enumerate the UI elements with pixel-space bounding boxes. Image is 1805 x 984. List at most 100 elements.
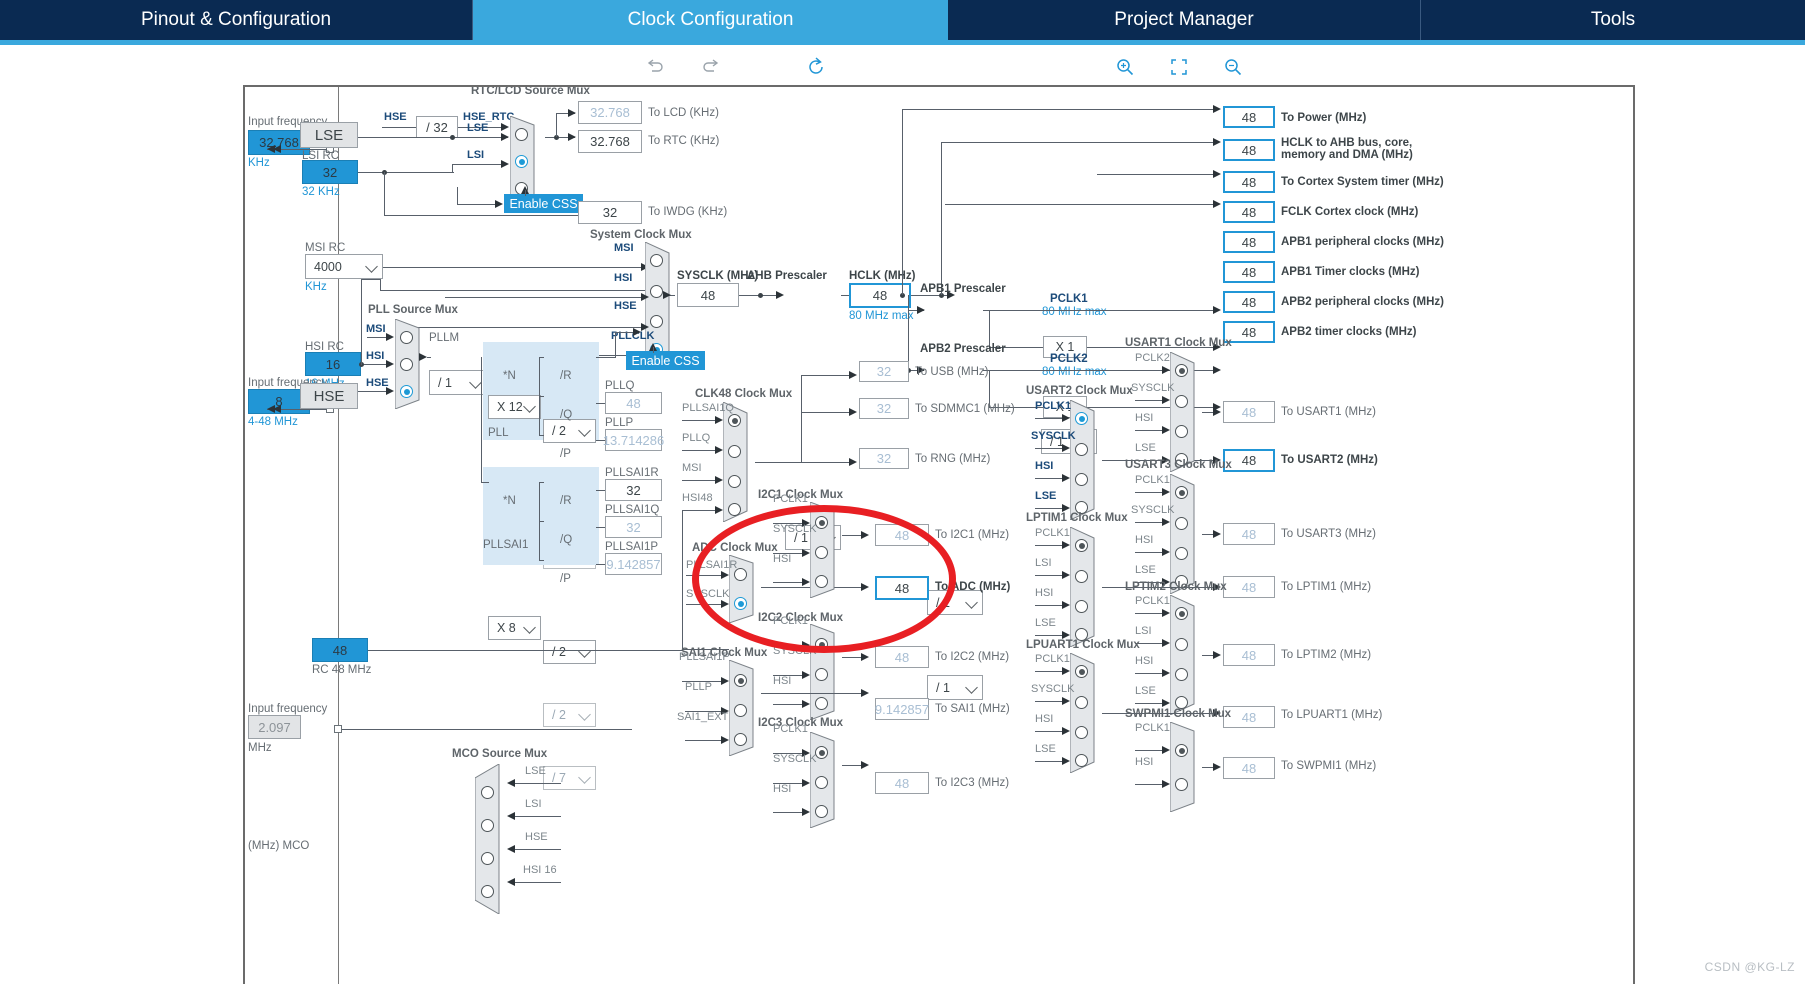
mco-option-hsi16[interactable] bbox=[481, 885, 494, 898]
i2c1-option-pclk1[interactable] bbox=[815, 516, 828, 529]
usart3-option-sysclk[interactable] bbox=[1175, 517, 1188, 530]
i2c3-option-sysclk[interactable] bbox=[815, 776, 828, 789]
zoom-out-icon[interactable] bbox=[1220, 55, 1246, 79]
lsi-value-box[interactable]: 32 bbox=[302, 160, 358, 184]
i2c3-option-hsi[interactable] bbox=[815, 805, 828, 818]
undo-icon[interactable] bbox=[642, 55, 668, 79]
usart1-clock-mux[interactable] bbox=[1170, 352, 1202, 472]
i2c2-option-pclk1[interactable] bbox=[815, 638, 828, 651]
mco-option-lse[interactable] bbox=[481, 786, 494, 799]
swpmi1-clock-mux[interactable] bbox=[1170, 722, 1202, 812]
usart2-option-pclk1[interactable] bbox=[1075, 412, 1088, 425]
pllq-output-title: PLLQ bbox=[605, 380, 635, 392]
sysclk-mux-option-hsi[interactable] bbox=[650, 285, 663, 298]
lptim1-option-pclk1[interactable] bbox=[1075, 539, 1088, 552]
clk48-option-msi[interactable] bbox=[728, 475, 741, 488]
clk48-option-pllsai1q[interactable] bbox=[728, 414, 741, 427]
lpuart1-option-sysclk[interactable] bbox=[1075, 696, 1088, 709]
tab-clock-configuration[interactable]: Clock Configuration bbox=[473, 0, 948, 40]
sysclk-mux-option-hse[interactable] bbox=[650, 315, 663, 328]
i2c2-option-sysclk[interactable] bbox=[815, 668, 828, 681]
usart2-option-sysclk[interactable] bbox=[1075, 443, 1088, 456]
usart2-option-hsi[interactable] bbox=[1075, 473, 1088, 486]
usart3-option-pclk1[interactable] bbox=[1175, 486, 1188, 499]
i2c1-option-sysclk[interactable] bbox=[815, 546, 828, 559]
lptim1-clock-mux[interactable] bbox=[1070, 527, 1102, 647]
adc-option-sysclk[interactable] bbox=[734, 597, 747, 610]
lptim1-option-lsi[interactable] bbox=[1075, 570, 1088, 583]
usart2-clock-mux[interactable] bbox=[1070, 400, 1102, 520]
rtc-output-value[interactable]: 32.768 bbox=[578, 130, 642, 153]
lcd-output-value[interactable]: 32.768 bbox=[578, 101, 642, 124]
lpuart1-option-lse[interactable] bbox=[1075, 754, 1088, 767]
redo-icon[interactable] bbox=[698, 55, 724, 79]
pll-source-mux[interactable] bbox=[395, 319, 427, 409]
pll-src-option-hsi[interactable] bbox=[400, 358, 413, 371]
tab-project-manager[interactable]: Project Manager bbox=[948, 0, 1421, 40]
reset-icon[interactable] bbox=[803, 55, 829, 79]
pllsai1p-sub-label: /P bbox=[560, 573, 571, 585]
usart3-clock-mux[interactable] bbox=[1170, 474, 1202, 594]
usart1-option-pclk2[interactable] bbox=[1175, 364, 1188, 377]
pll-src-option-msi[interactable] bbox=[400, 331, 413, 344]
iwdg-output-value[interactable]: 32 bbox=[578, 201, 642, 224]
mco-option-lsi[interactable] bbox=[481, 819, 494, 832]
lptim1-clock-mux-title: LPTIM1 Clock Mux bbox=[1026, 512, 1128, 524]
lpuart1-clock-mux[interactable] bbox=[1070, 653, 1102, 773]
enable-css-lse-button[interactable]: Enable CSS bbox=[504, 194, 583, 213]
tab-pinout-configuration[interactable]: Pinout & Configuration bbox=[0, 0, 473, 40]
rc48-value-box[interactable]: 48 bbox=[312, 638, 368, 662]
fit-to-screen-icon[interactable] bbox=[1166, 55, 1192, 79]
i2c3-clock-mux[interactable] bbox=[810, 732, 842, 828]
pllm-divider-dropdown[interactable]: / 1 bbox=[429, 370, 487, 395]
clk48-clock-mux[interactable] bbox=[723, 402, 755, 522]
pllsai1r-divider-dropdown[interactable]: / 2 bbox=[543, 640, 596, 664]
hse-oscillator-box[interactable]: HSE bbox=[300, 383, 358, 409]
usart1-option-hsi[interactable] bbox=[1175, 425, 1188, 438]
hsi-value-box[interactable]: 16 bbox=[305, 352, 361, 376]
pllsai1n-multiplier-dropdown[interactable]: X 8 bbox=[488, 616, 541, 640]
sai1-option-sai1-ext[interactable] bbox=[734, 733, 747, 746]
lptim2-option-hsi[interactable] bbox=[1175, 668, 1188, 681]
apb2-prescaler-dropdown[interactable]: / 1 bbox=[927, 675, 983, 700]
usart3-option-hsi[interactable] bbox=[1175, 547, 1188, 560]
mco-option-hse[interactable] bbox=[481, 852, 494, 865]
pllr-divider-dropdown[interactable]: / 2 bbox=[543, 419, 596, 443]
rtc-mux-option-lse[interactable] bbox=[515, 155, 528, 168]
enable-css-hse-button[interactable]: Enable CSS bbox=[626, 351, 705, 370]
usart1-option-sysclk[interactable] bbox=[1175, 395, 1188, 408]
lpuart1-option-hsi[interactable] bbox=[1075, 726, 1088, 739]
tab-tools[interactable]: Tools bbox=[1421, 0, 1805, 40]
clock-tree-diagram[interactable]: Input frequency 32.768 KHz LSE LSI RC 32… bbox=[243, 85, 1635, 984]
clk48-option-hsi48[interactable] bbox=[728, 503, 741, 516]
chevron-down-icon bbox=[578, 771, 591, 784]
lptim2-option-pclk1[interactable] bbox=[1175, 607, 1188, 620]
pllsai1q-divider-dropdown[interactable]: / 2 bbox=[543, 703, 596, 727]
pll-src-option-hse[interactable] bbox=[400, 385, 413, 398]
lse-oscillator-box[interactable]: LSE bbox=[300, 122, 358, 148]
rtc-mux-option-hse-rtc[interactable] bbox=[515, 128, 528, 141]
sai1-option-pllsai1p[interactable] bbox=[734, 674, 747, 687]
clk48-option-pllq[interactable] bbox=[728, 445, 741, 458]
i2c2-clock-mux[interactable] bbox=[810, 624, 842, 720]
pllm-title-label: PLLM bbox=[429, 332, 460, 344]
lptim1-option-hsi[interactable] bbox=[1075, 600, 1088, 613]
sai1-option-pllp[interactable] bbox=[734, 704, 747, 717]
pllsai1p-divider-dropdown[interactable]: / 7 bbox=[543, 766, 596, 790]
plln-multiplier-dropdown[interactable]: X 12 bbox=[488, 395, 541, 419]
sysclk-mux-option-msi[interactable] bbox=[650, 254, 663, 267]
swpmi1-option-hsi[interactable] bbox=[1175, 778, 1188, 791]
swpmi1-option-pclk1[interactable] bbox=[1175, 744, 1188, 757]
lpuart1-option-pclk1[interactable] bbox=[1075, 665, 1088, 678]
sai1-clock-mux[interactable] bbox=[729, 660, 761, 756]
i2c2-option-hsi[interactable] bbox=[815, 697, 828, 710]
apb1-prescaler-dropdown[interactable]: / 1 bbox=[927, 590, 983, 615]
i2c3-option-pclk1[interactable] bbox=[815, 746, 828, 759]
lptim2-option-lsi[interactable] bbox=[1175, 638, 1188, 651]
zoom-in-icon[interactable] bbox=[1112, 55, 1138, 79]
msi-frequency-dropdown[interactable]: 4000 bbox=[305, 254, 383, 279]
i2c1-option-hsi[interactable] bbox=[815, 575, 828, 588]
mco-source-mux[interactable] bbox=[475, 764, 507, 914]
i2c1-clock-mux[interactable] bbox=[810, 502, 842, 598]
lptim2-clock-mux[interactable] bbox=[1170, 595, 1202, 715]
